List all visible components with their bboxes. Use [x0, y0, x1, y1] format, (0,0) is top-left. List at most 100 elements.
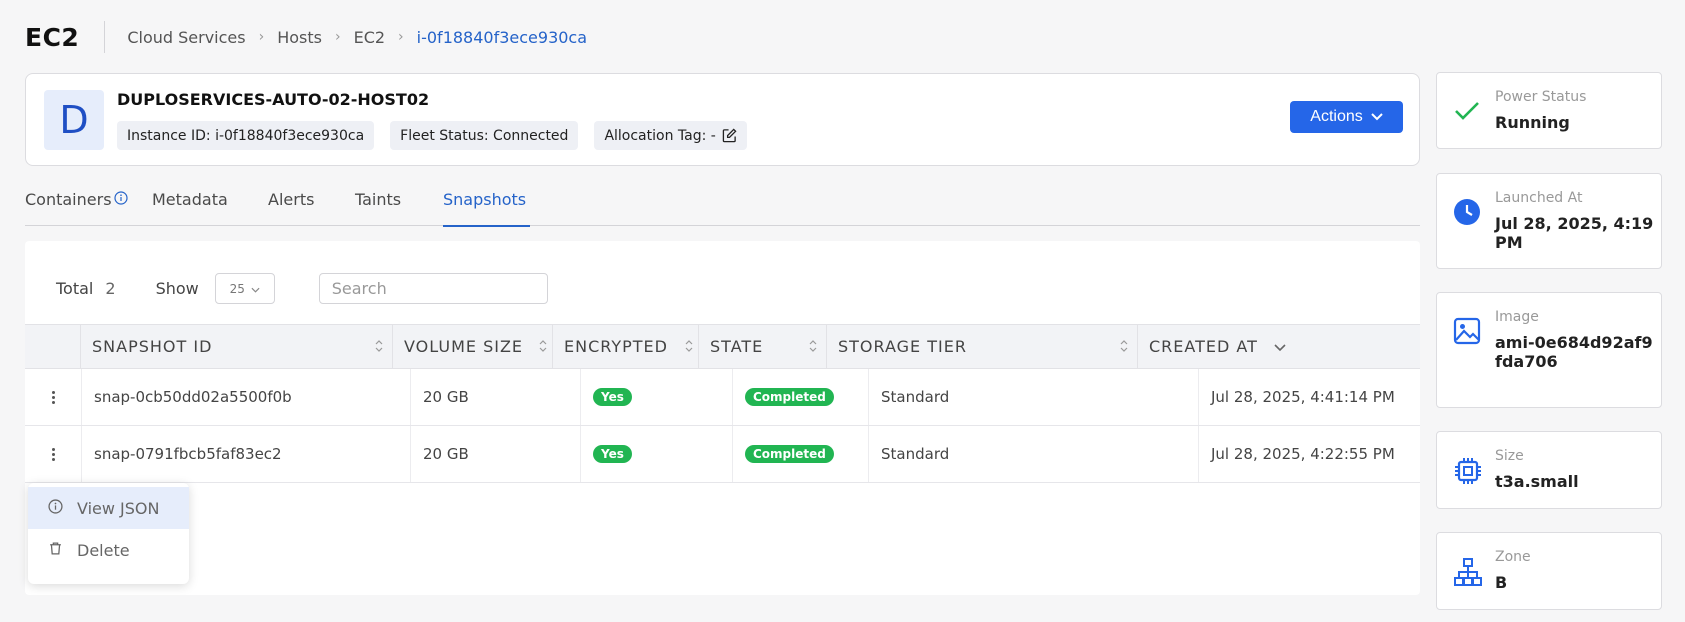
created-at-cell: Jul 28, 2025, 4:41:14 PM: [1198, 369, 1420, 425]
encrypted-cell: Yes: [580, 369, 732, 425]
menu-item-label: View JSON: [77, 498, 160, 518]
clock-icon: [1453, 198, 1481, 230]
encrypted-cell: Yes: [580, 426, 732, 482]
breadcrumb-instance: i-0f18840f3ece930ca: [416, 27, 588, 47]
card-label: Image: [1495, 309, 1539, 325]
instance-id-text: Instance ID: i-0f18840f3ece930ca: [127, 127, 365, 144]
column-header-snapshot-id[interactable]: SNAPSHOT ID: [80, 325, 392, 368]
storage-tier-cell: Standard: [868, 426, 1198, 482]
created-at-cell: Jul 28, 2025, 4:22:55 PM: [1198, 426, 1420, 482]
fleet-status-text: Fleet Status: Connected: [400, 127, 569, 144]
table-row: snap-0cb50dd02a5500f0b 20 GB Yes Complet…: [25, 369, 1420, 426]
snapshot-id-cell: snap-0cb50dd02a5500f0b: [81, 369, 410, 425]
tab-containers[interactable]: Containers: [25, 186, 152, 226]
sort-icon: [538, 337, 548, 359]
host-summary-card: D DUPLOSERVICES-AUTO-02-HOST02 Instance …: [25, 73, 1420, 166]
instance-id-chip: Instance ID: i-0f18840f3ece930ca: [117, 121, 375, 150]
tab-bar: Containers Metadata Alerts Taints Snapsh…: [25, 186, 1420, 227]
network-icon: [1453, 557, 1483, 591]
chevron-right-icon: ›: [334, 29, 341, 45]
state-cell: Completed: [732, 426, 868, 482]
chevron-down-icon: [251, 282, 260, 296]
tab-snapshots[interactable]: Snapshots: [443, 186, 530, 227]
column-header-created-at[interactable]: CREATED AT: [1137, 325, 1420, 368]
page-size-select[interactable]: 25: [214, 273, 275, 304]
allocation-tag-chip: Allocation Tag: -: [594, 121, 747, 150]
breadcrumb-cloud-services[interactable]: Cloud Services: [127, 28, 245, 47]
kebab-menu-icon[interactable]: [44, 387, 62, 407]
tab-metadata[interactable]: Metadata: [152, 186, 268, 226]
menu-item-label: Delete: [77, 540, 130, 560]
snapshots-panel: Total 2 Show 25 SNAPSHOT ID VOLUME SIZE …: [25, 241, 1420, 595]
snapshot-id-cell: snap-0791fbcb5faf83ec2: [81, 426, 410, 482]
column-header-state[interactable]: STATE: [698, 325, 826, 368]
sort-icon: [808, 337, 818, 359]
encrypted-badge: Yes: [593, 445, 632, 463]
column-header-label: STATE: [710, 337, 764, 356]
card-label: Launched At: [1495, 190, 1583, 206]
check-icon: [1453, 97, 1481, 129]
column-header-storage-tier[interactable]: STORAGE TIER: [826, 325, 1137, 368]
actions-button[interactable]: Actions: [1290, 101, 1403, 133]
column-header-encrypted[interactable]: ENCRYPTED: [552, 325, 698, 368]
column-header-volume-size[interactable]: VOLUME SIZE: [392, 325, 552, 368]
storage-tier-cell: Standard: [868, 369, 1198, 425]
chevron-right-icon: ›: [258, 29, 265, 45]
avatar: D: [44, 90, 104, 150]
sort-icon: [374, 337, 384, 359]
row-context-menu: View JSON Delete: [28, 483, 189, 584]
card-value: t3a.small: [1495, 472, 1579, 491]
host-name: DUPLOSERVICES-AUTO-02-HOST02: [117, 90, 430, 109]
row-actions-cell: [25, 426, 81, 482]
chevron-down-icon: [1371, 108, 1383, 126]
volume-size-cell: 20 GB: [410, 369, 580, 425]
kebab-menu-icon[interactable]: [44, 444, 62, 464]
image-icon: [1453, 317, 1481, 349]
trash-icon: [48, 541, 63, 560]
table-row: snap-0791fbcb5faf83ec2 20 GB Yes Complet…: [25, 426, 1420, 483]
allocation-tag-text: Allocation Tag: -: [604, 127, 716, 144]
row-actions-cell: [25, 369, 81, 425]
sort-icon: [684, 337, 694, 359]
zone-card: Zone B: [1436, 532, 1662, 610]
card-label: Zone: [1495, 549, 1531, 565]
status-badge: Completed: [745, 445, 834, 463]
breadcrumb-hosts[interactable]: Hosts: [277, 28, 322, 47]
chevron-down-icon: [1274, 337, 1286, 356]
tab-containers-label: Containers: [25, 190, 112, 209]
column-header-label: CREATED AT: [1149, 337, 1258, 356]
table-toolbar: Total 2 Show 25: [56, 273, 548, 304]
image-card: Image ami-0e684d92af9fda706: [1436, 292, 1662, 408]
state-cell: Completed: [732, 369, 868, 425]
breadcrumb: Cloud Services › Hosts › EC2 › i-0f18840…: [127, 28, 587, 47]
card-value: ami-0e684d92af9fda706: [1495, 333, 1653, 371]
card-label: Power Status: [1495, 89, 1587, 105]
card-label: Size: [1495, 448, 1524, 464]
column-header-label: STORAGE TIER: [838, 337, 967, 356]
status-badge: Completed: [745, 388, 834, 406]
header-divider: [104, 21, 106, 53]
tab-taints[interactable]: Taints: [355, 186, 443, 226]
page-header: EC2 Cloud Services › Hosts › EC2 › i-0f1…: [25, 18, 587, 56]
cpu-icon: [1453, 456, 1483, 490]
card-value: Running: [1495, 113, 1570, 132]
actions-button-label: Actions: [1310, 108, 1363, 125]
info-icon: [113, 190, 128, 209]
edit-icon[interactable]: [722, 128, 737, 143]
menu-item-delete[interactable]: Delete: [28, 529, 189, 571]
card-value: B: [1495, 573, 1508, 592]
breadcrumb-ec2[interactable]: EC2: [354, 28, 385, 47]
power-status-card: Power Status Running: [1436, 72, 1662, 149]
page-size-value: 25: [229, 281, 245, 296]
page-title: EC2: [25, 22, 80, 52]
encrypted-badge: Yes: [593, 388, 632, 406]
menu-item-view-json[interactable]: View JSON: [28, 487, 189, 529]
search-input[interactable]: [318, 273, 548, 304]
chevron-right-icon: ›: [398, 29, 404, 45]
volume-size-cell: 20 GB: [410, 426, 580, 482]
column-header-label: SNAPSHOT ID: [92, 337, 213, 356]
card-value: Jul 28, 2025, 4:19 PM: [1495, 214, 1654, 252]
tab-alerts[interactable]: Alerts: [268, 186, 355, 226]
sort-icon: [1119, 337, 1129, 359]
total-label: Total: [56, 279, 94, 298]
